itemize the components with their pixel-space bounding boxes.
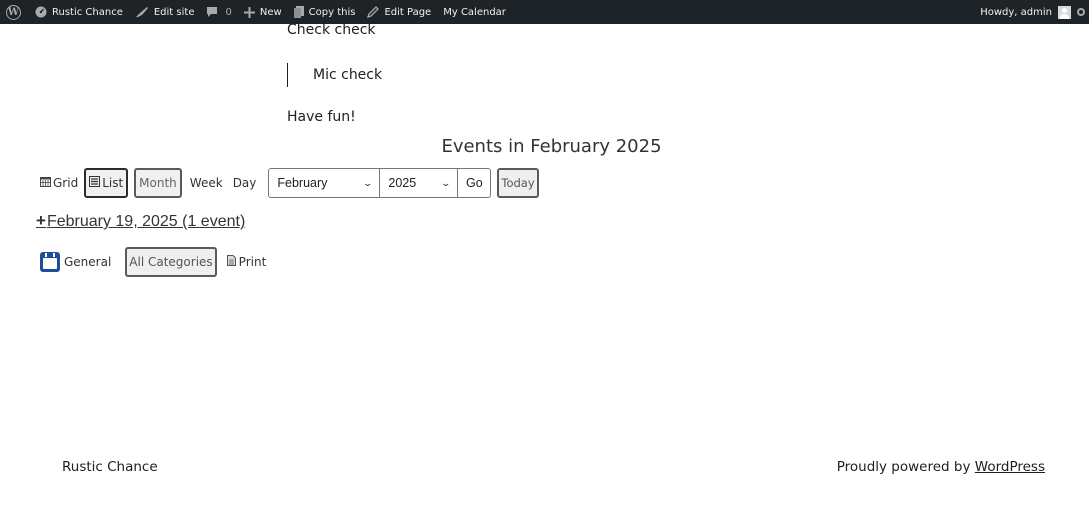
view-week-link[interactable]: Week [190, 176, 223, 190]
admin-bar-my-calendar-label: My Calendar [443, 6, 506, 18]
admin-bar-edit-page[interactable]: Edit Page [361, 0, 437, 24]
wordpress-icon: W [6, 4, 21, 20]
event-date-toggle[interactable]: +February 19, 2025 (1 event) [36, 211, 246, 230]
print-label: Print [238, 255, 267, 269]
comment-icon [206, 6, 218, 18]
calendar-nav: Grid List Month Week Day February ⌄ 2025… [40, 167, 539, 199]
footer-credit: Proudly powered by WordPress [837, 459, 1045, 475]
admin-bar-new[interactable]: New [238, 0, 288, 24]
admin-bar-comments[interactable]: 0 [200, 0, 237, 24]
admin-bar-copy-this[interactable]: Copy this [288, 0, 362, 24]
calendar-title: Events in February 2025 [441, 136, 662, 157]
all-categories-button[interactable]: All Categories [125, 247, 217, 277]
calendar-category-icon [40, 252, 60, 272]
admin-bar-new-label: New [259, 6, 282, 18]
comment-count: 0 [225, 6, 232, 18]
blockquote-text: Mic check [313, 67, 383, 83]
paragraph-have-fun: Have fun! [287, 109, 356, 125]
view-month-button[interactable]: Month [134, 168, 182, 198]
admin-bar-right: Howdy, admin [974, 0, 1089, 24]
event-date-label: February 19, 2025 (1 event) [46, 213, 246, 230]
pencil-icon [367, 6, 380, 18]
chevron-down-icon: ⌄ [440, 177, 451, 188]
view-grid-link[interactable]: Grid [40, 176, 78, 190]
admin-bar-account[interactable]: Howdy, admin [974, 0, 1089, 24]
admin-bar-edit-site[interactable]: Edit site [129, 0, 201, 24]
month-select[interactable]: February ⌄ [268, 168, 381, 198]
print-icon [226, 255, 236, 269]
view-grid-label: Grid [53, 176, 79, 190]
paragraph-check: Check check [287, 22, 376, 38]
view-list-label: List [102, 176, 124, 190]
footer-site-title[interactable]: Rustic Chance [62, 459, 158, 475]
brush-icon [135, 6, 149, 18]
event-date-entry: +February 19, 2025 (1 event) [36, 211, 245, 231]
expand-plus-icon: + [36, 211, 46, 230]
admin-bar-edit-site-label: Edit site [153, 6, 195, 18]
chevron-down-icon: ⌄ [362, 177, 373, 188]
view-list-button[interactable]: List [84, 168, 129, 198]
category-filter: General All Categories Print [40, 247, 266, 277]
copy-icon [293, 6, 304, 18]
howdy-greeting: Howdy, admin [980, 6, 1052, 18]
admin-bar: W Rustic Chance Edit site 0 New Copy thi… [0, 0, 1089, 24]
plus-icon [243, 6, 255, 18]
date-picker-form: February ⌄ 2025 ⌄ Go Today [268, 168, 539, 198]
blockquote: Mic check [287, 63, 382, 87]
category-general-link[interactable]: General [64, 255, 111, 269]
footer-credit-text: Proudly powered by [836, 459, 975, 475]
admin-bar-wp-logo[interactable]: W [0, 0, 29, 24]
admin-bar-my-calendar[interactable]: My Calendar [437, 0, 512, 24]
view-day-link[interactable]: Day [233, 176, 257, 190]
admin-bar-site-name[interactable]: Rustic Chance [29, 0, 129, 24]
today-button[interactable]: Today [497, 168, 539, 198]
dashboard-icon [35, 6, 47, 18]
list-icon [89, 176, 101, 190]
admin-bar-copy-this-label: Copy this [308, 6, 356, 18]
search-icon[interactable] [1077, 8, 1085, 16]
admin-bar-left: W Rustic Chance Edit site 0 New Copy thi… [0, 0, 512, 24]
year-select-value: 2025 [388, 176, 417, 190]
year-select[interactable]: 2025 ⌄ [380, 168, 459, 198]
month-select-value: February [277, 176, 328, 190]
wordpress-link[interactable]: WordPress [975, 459, 1045, 475]
admin-bar-site-name-label: Rustic Chance [52, 6, 123, 18]
go-button[interactable]: Go [458, 168, 492, 198]
print-link[interactable]: Print [226, 255, 267, 269]
view-month-label: Month [139, 176, 177, 190]
avatar-icon [1058, 5, 1071, 19]
admin-bar-edit-page-label: Edit Page [384, 6, 432, 18]
grid-calendar-icon [40, 176, 51, 190]
